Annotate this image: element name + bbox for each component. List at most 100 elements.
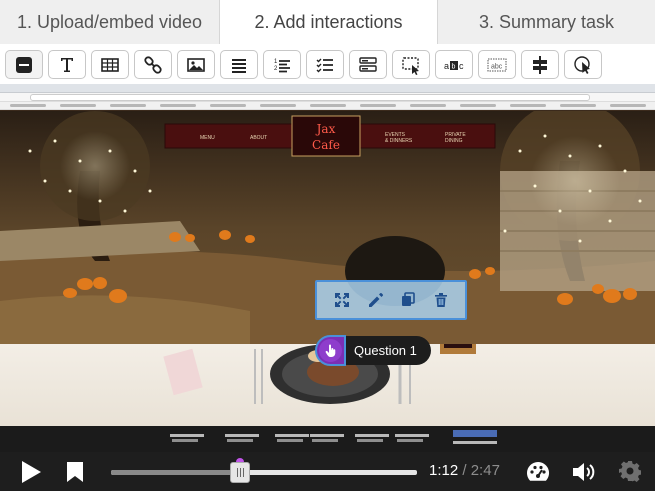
footer-link [225,434,259,437]
bookmark-item [110,104,146,107]
interactions-toolbar: 12 abc abc [0,45,655,84]
link-button[interactable] [134,50,172,79]
svg-text:DINING: DINING [445,138,463,144]
seek-bar[interactable] [111,470,417,475]
multiple-choice-button[interactable] [306,50,344,79]
svg-text:abc: abc [491,63,503,70]
navigation-hotspot-button[interactable] [564,50,602,79]
svg-text:2: 2 [274,66,278,72]
current-time: 1:12 [429,462,459,479]
footer-link [172,439,198,442]
interaction-question-1[interactable]: Question 1 [315,335,431,366]
statements-button[interactable] [220,50,258,79]
footer-link [355,434,389,437]
delete-icon[interactable] [432,291,450,309]
footer-link [275,434,309,437]
svg-text:1: 1 [274,59,278,65]
bookmark-item [260,104,296,107]
label-icon [16,56,32,73]
fill-in-blanks-icon: abc [444,60,464,71]
tab-label: 3. Summary task [478,11,615,32]
tab-upload-embed-video[interactable]: 1. Upload/embed video [0,0,220,44]
tab-label: 2. Add interactions [254,11,403,32]
bookmark-item [210,104,246,107]
seek-bar-progress [111,470,243,475]
image-icon [187,57,205,72]
seek-thumb[interactable] [230,462,250,483]
time-separator: / [462,462,467,479]
play-icon[interactable] [20,460,42,484]
settings-gear-icon[interactable] [619,460,641,482]
edit-icon[interactable] [366,291,384,309]
bookmark-item [410,104,446,107]
true-false-icon [359,56,377,72]
site-logo-line2: Cafe [312,138,340,152]
video-frame[interactable]: Jax Cafe MENU ABOUT EVENTS & DINNERS PRI… [0,84,655,452]
navigation-hotspot-icon [574,55,590,74]
time-display: 1:12 / 2:47 [429,462,500,479]
text-button[interactable] [48,50,86,79]
bookmark-item [60,104,96,107]
bookmark-item [460,104,496,107]
step-tabs: 1. Upload/embed video 2. Add interaction… [0,0,655,44]
true-false-button[interactable] [349,50,387,79]
browser-tab-strip [0,84,655,93]
site-logo-line1: Jax [315,122,336,136]
bookmark-item [160,104,196,107]
tab-summary-task[interactable]: 3. Summary task [438,0,655,44]
social-icons [453,430,497,437]
bookmark-item [10,104,46,107]
tab-label: 1. Upload/embed video [16,11,203,32]
footer-link [170,434,204,437]
bookmark-item [360,104,396,107]
bookmark-icon[interactable] [66,461,84,483]
text-icon [61,57,73,72]
table-button[interactable] [91,50,129,79]
mark-words-button[interactable]: abc [478,50,516,79]
drag-drop-button[interactable] [521,50,559,79]
footer-link [397,439,423,442]
interaction-handle[interactable] [315,335,346,366]
bookmark-item [310,104,346,107]
svg-text:MENU: MENU [200,135,215,141]
footer-link [277,439,303,442]
svg-text:c: c [459,61,464,71]
footer-link [357,439,383,442]
svg-text:b: b [452,63,456,70]
footer-link [227,439,253,442]
table-icon [101,57,119,72]
label-button[interactable] [5,50,43,79]
bookmark-item [560,104,596,107]
footer-link [312,439,338,442]
svg-text:ABOUT: ABOUT [250,135,267,141]
multiple-choice-icon [316,58,333,72]
playback-speed-icon[interactable] [525,460,551,484]
footer-link [310,434,344,437]
bookmark-item [610,104,646,107]
address-field [30,94,590,101]
interaction-context-menu [315,280,467,320]
interaction-label[interactable]: Question 1 [344,336,431,365]
image-button[interactable] [177,50,215,79]
browser-bookmarks-bar [0,102,655,110]
single-choice-button[interactable]: 12 [263,50,301,79]
mark-words-icon: abc [487,58,507,71]
video-player-controls: 1:12 / 2:47 [0,452,655,491]
volume-icon[interactable] [571,460,597,484]
statements-icon [232,58,246,73]
footer-phone [453,441,497,444]
svg-text:a: a [444,61,449,71]
interactive-video-editor: 1. Upload/embed video 2. Add interaction… [0,0,655,491]
fill-in-blanks-button[interactable]: abc [435,50,473,79]
link-icon [144,55,162,74]
footer-link [395,434,429,437]
expand-icon[interactable] [333,291,351,309]
drag-text-button[interactable] [392,50,430,79]
bookmark-item [510,104,546,107]
duration: 2:47 [470,462,500,479]
copy-icon[interactable] [399,291,417,309]
browser-address-bar [0,93,655,102]
tab-add-interactions[interactable]: 2. Add interactions [220,0,438,44]
svg-text:& DINNERS: & DINNERS [385,138,413,144]
drag-text-icon [402,56,419,75]
